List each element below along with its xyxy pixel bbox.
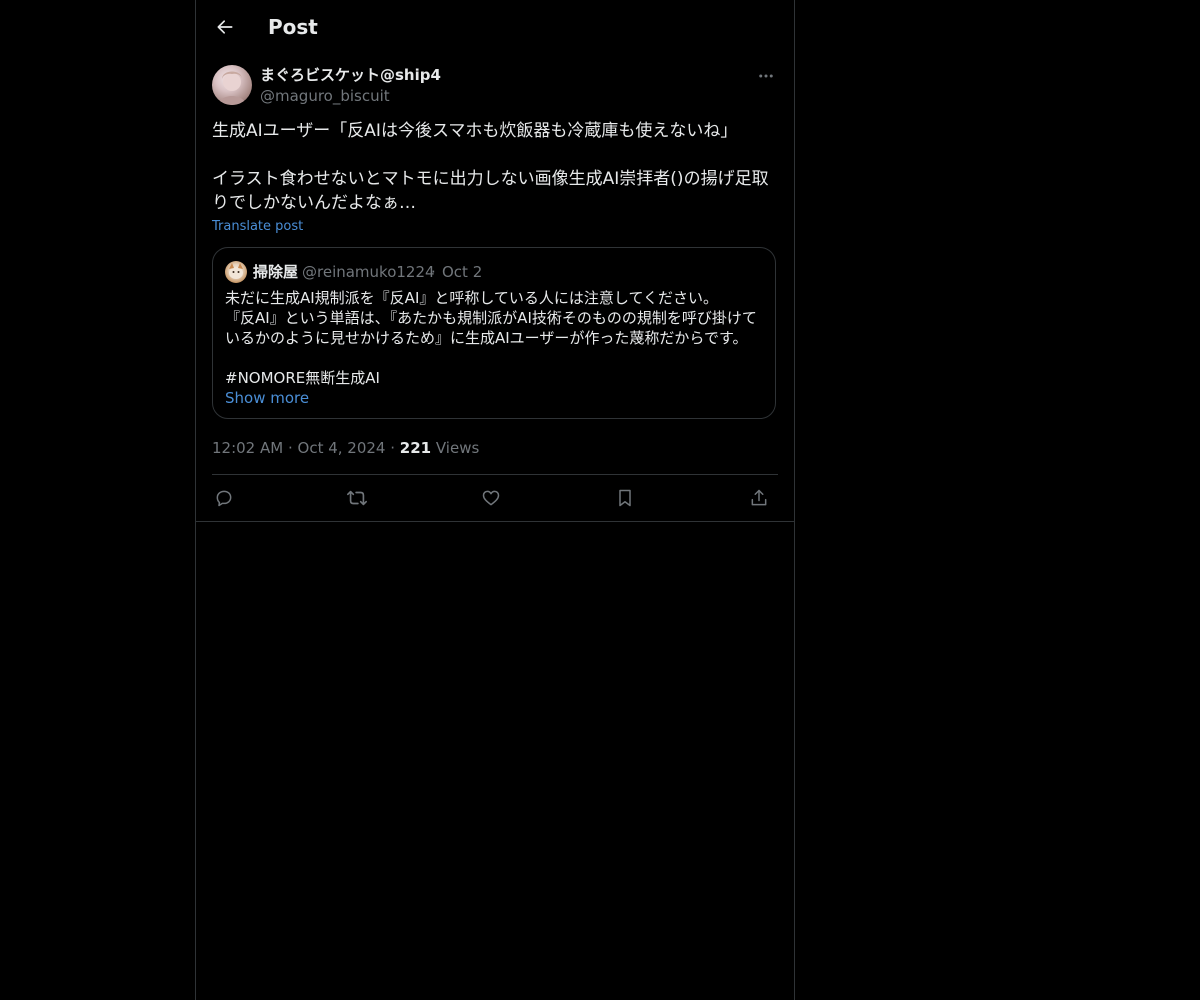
author-row: まぐろビスケット@ship4 @maguro_biscuit (212, 64, 778, 108)
quoted-avatar (225, 261, 247, 283)
share-button[interactable] (747, 486, 771, 510)
reply-button[interactable] (212, 486, 236, 510)
repost-icon (346, 487, 368, 509)
post-meta: 12:02 AM · Oct 4, 2024 · 221 Views (212, 438, 479, 458)
arrow-left-icon (215, 17, 235, 37)
bookmark-icon (615, 488, 635, 508)
like-button[interactable] (479, 486, 503, 510)
quoted-text: 未だに生成AI規制派を『反AI』と呼称している人には注意してください。 『反AI… (225, 289, 757, 387)
post-date[interactable]: Oct 4, 2024 (298, 438, 386, 458)
back-button[interactable] (208, 10, 242, 44)
post-text: 生成AIユーザー「反AIは今後スマホも炊飯器も冷蔵庫も使えないね」 イラスト食わ… (212, 121, 769, 213)
share-icon (749, 488, 769, 508)
quoted-separator: · (431, 263, 436, 281)
quoted-date: Oct 2 (442, 263, 483, 281)
post-time[interactable]: 12:02 AM (212, 438, 283, 458)
quoted-author-name: 掃除屋 (253, 263, 299, 281)
divider (196, 521, 794, 522)
bookmark-button[interactable] (613, 486, 637, 510)
views-count: 221 (399, 439, 432, 457)
more-options-button[interactable] (754, 64, 778, 88)
post-column: Post まぐろビスケット@ship4 @maguro_biscuit 生成AI… (195, 0, 795, 1000)
author-name[interactable]: まぐろビスケット@ship4 (260, 64, 441, 86)
avatar[interactable] (212, 65, 252, 105)
quoted-post[interactable]: 掃除屋 @reinamuko1224 · Oct 2 未だに生成AI規制派を『反… (212, 247, 776, 419)
page-header: Post (196, 0, 794, 54)
quoted-author-handle: @reinamuko1224 (302, 263, 435, 281)
page-title: Post (268, 15, 318, 39)
views-label: Views (431, 439, 480, 457)
repost-button[interactable] (345, 486, 369, 510)
meta-separator: · (385, 439, 400, 457)
reply-icon (214, 488, 234, 508)
more-horizontal-icon (757, 67, 775, 85)
show-more-link[interactable]: Show more (225, 388, 309, 408)
translate-post-link[interactable]: Translate post (212, 218, 303, 236)
heart-icon (481, 488, 501, 508)
meta-separator: · (283, 439, 298, 457)
action-bar (212, 475, 778, 521)
author-handle[interactable]: @maguro_biscuit (260, 85, 390, 107)
